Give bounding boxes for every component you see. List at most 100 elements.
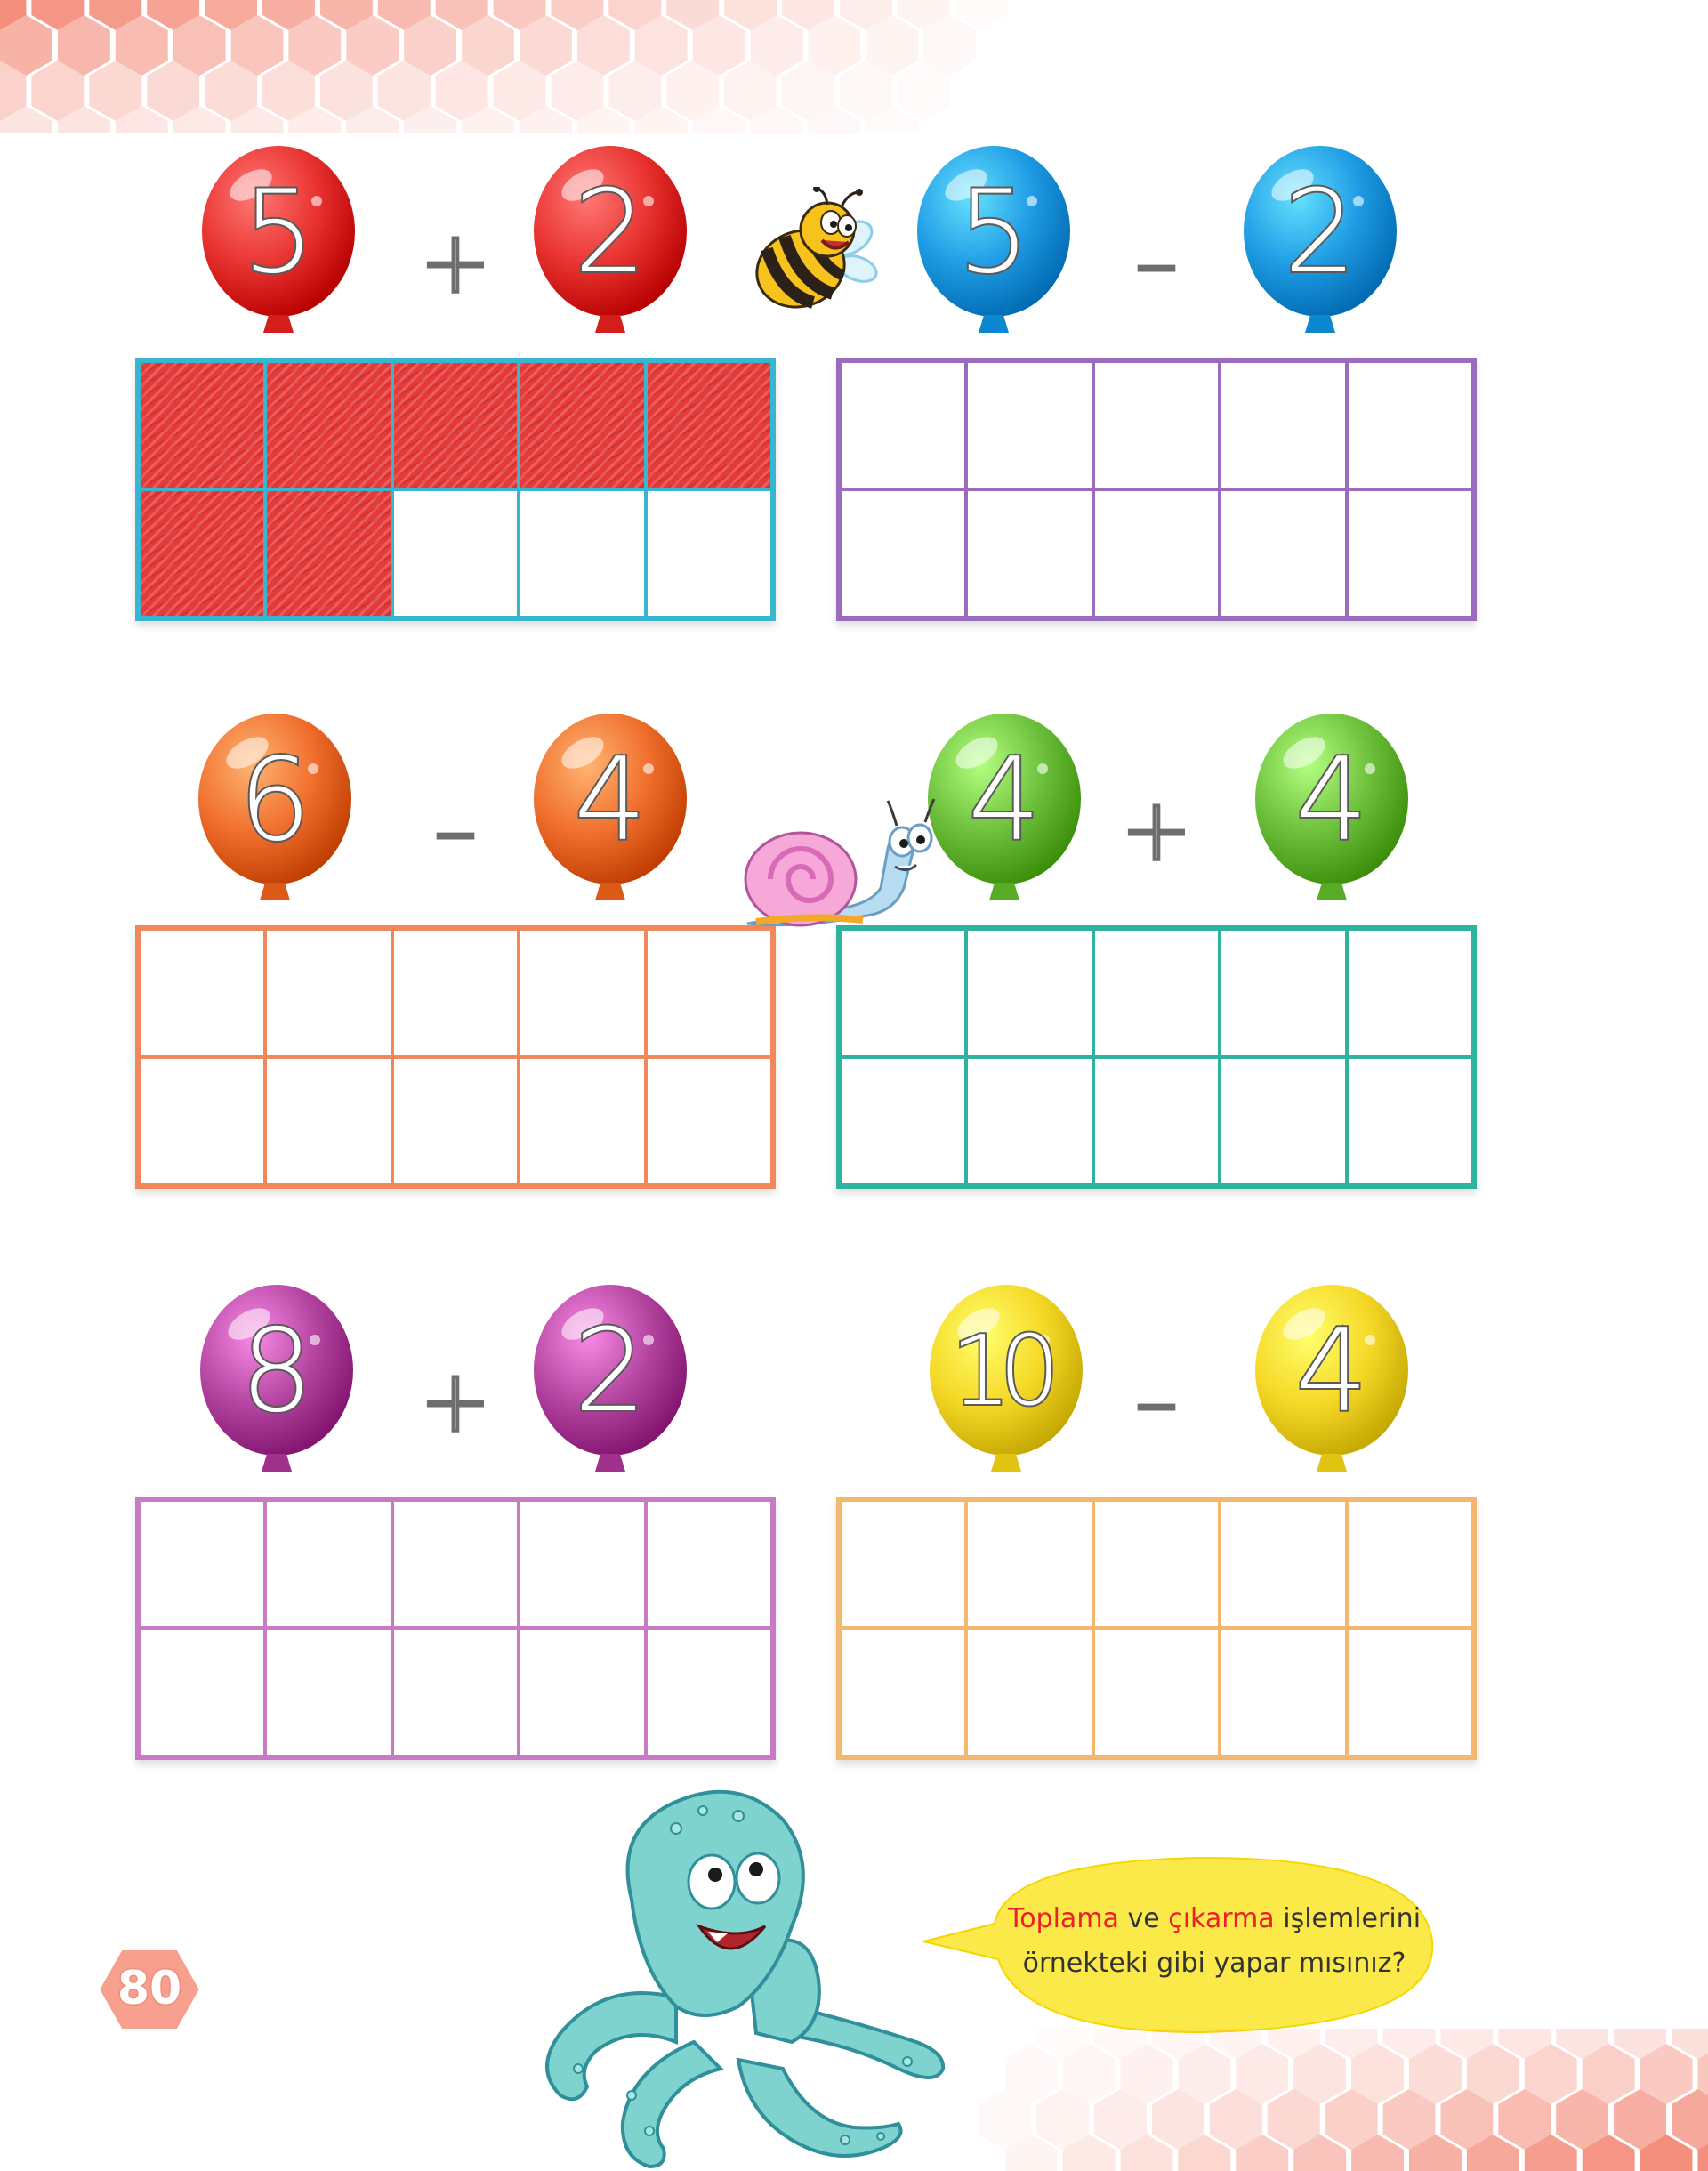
frame-cell[interactable] <box>391 1057 520 1185</box>
frame-cell[interactable] <box>265 929 392 1057</box>
frame-cell[interactable] <box>966 361 1093 489</box>
frame-cell[interactable] <box>1092 361 1221 489</box>
frame-cell[interactable] <box>519 1500 646 1628</box>
frame-cell[interactable] <box>519 361 646 489</box>
snail-icon <box>744 798 936 927</box>
frame-cell[interactable] <box>840 1628 967 1756</box>
ten-frame[interactable] <box>836 925 1477 1189</box>
frame-cell[interactable] <box>139 929 266 1057</box>
balloon-number: 10 <box>948 1314 1061 1429</box>
frame-cell[interactable] <box>139 1057 266 1185</box>
frame-cell[interactable] <box>1220 1057 1347 1185</box>
ten-frame[interactable] <box>836 1497 1477 1760</box>
balloon-right: 2 <box>1241 142 1410 347</box>
problem-3: 6 – 4 <box>135 710 838 1208</box>
ten-frame[interactable] <box>135 358 776 621</box>
instruction-line-1: Toplama ve çıkarma işlemlerini <box>987 1897 1441 1941</box>
frame-cell[interactable] <box>1346 929 1473 1057</box>
frame-cell[interactable] <box>840 489 967 617</box>
frame-cell[interactable] <box>1220 361 1347 489</box>
frame-cell[interactable] <box>139 361 266 489</box>
octopus-icon <box>545 1789 946 2169</box>
frame-cell[interactable] <box>391 489 520 617</box>
frame-cell[interactable] <box>645 929 772 1057</box>
instruction-line-2: örnekteki gibi yapar mısınız? <box>1022 1948 1406 1979</box>
speech-bubble: Toplama ve çıkarma işlemlerini örnekteki… <box>907 1826 1459 2048</box>
balloon-number: 5 <box>240 166 316 299</box>
frame-cell[interactable] <box>1220 489 1347 617</box>
frame-cell[interactable] <box>265 489 392 617</box>
frame-cell[interactable] <box>1092 929 1221 1057</box>
frame-cell[interactable] <box>966 1500 1093 1628</box>
frame-cell[interactable] <box>645 489 772 617</box>
instruction-text: Toplama ve çıkarma işlemlerini örnekteki… <box>987 1897 1441 1986</box>
frame-cell[interactable] <box>139 1500 266 1628</box>
frame-cell[interactable] <box>1220 1500 1347 1628</box>
page-number: 80 <box>116 1961 182 2017</box>
frame-cell[interactable] <box>265 1628 392 1756</box>
frame-cell[interactable] <box>265 1500 392 1628</box>
frame-cell[interactable] <box>265 361 392 489</box>
frame-cell[interactable] <box>966 929 1093 1057</box>
frame-cell[interactable] <box>1092 1057 1221 1185</box>
problem-6: 10 – 4 <box>836 1281 1539 1780</box>
problem-2: 5 – 2 <box>836 142 1539 641</box>
balloon-number: 2 <box>1282 166 1358 299</box>
frame-cell[interactable] <box>265 1057 392 1185</box>
frame-cell[interactable] <box>840 1057 967 1185</box>
operator-sign: + <box>418 1351 493 1452</box>
frame-cell[interactable] <box>966 489 1093 617</box>
frame-cell[interactable] <box>840 1500 967 1628</box>
frame-cell[interactable] <box>519 489 646 617</box>
frame-cell[interactable] <box>1092 1628 1221 1756</box>
frame-cell[interactable] <box>1346 1500 1473 1628</box>
frame-cell[interactable] <box>1346 361 1473 489</box>
instruction-tail: işlemlerini <box>1274 1903 1422 1934</box>
frame-cell[interactable] <box>1346 1628 1473 1756</box>
frame-cell[interactable] <box>645 1628 772 1756</box>
connector-text: ve <box>1118 1903 1169 1934</box>
balloon-number: 4 <box>1293 1305 1369 1438</box>
balloon-right: 2 <box>531 142 700 347</box>
frame-cell[interactable] <box>1092 1500 1221 1628</box>
ten-frame[interactable] <box>135 1497 776 1760</box>
balloon-number: 4 <box>966 734 1042 867</box>
operator-sign: – <box>432 779 479 881</box>
frame-cell[interactable] <box>645 1057 772 1185</box>
frame-cell[interactable] <box>645 1500 772 1628</box>
frame-cell[interactable] <box>840 929 967 1057</box>
hexagon-pattern-bottom <box>979 2029 1708 2171</box>
balloon-left: 10 <box>927 1281 1096 1486</box>
frame-cell[interactable] <box>966 1628 1093 1756</box>
balloon-right: 4 <box>531 710 700 915</box>
hexagon-shape <box>1672 2089 1708 2150</box>
word-subtraction: çıkarma <box>1168 1903 1275 1934</box>
frame-cell[interactable] <box>391 1500 520 1628</box>
balloon-left: 4 <box>925 710 1094 915</box>
frame-cell[interactable] <box>1346 1057 1473 1185</box>
ten-frame[interactable] <box>135 925 776 1189</box>
frame-cell[interactable] <box>1220 929 1347 1057</box>
frame-cell[interactable] <box>391 929 520 1057</box>
hexagon-pattern-top <box>0 0 1008 133</box>
frame-cell[interactable] <box>391 361 520 489</box>
frame-cell[interactable] <box>645 361 772 489</box>
frame-cell[interactable] <box>139 489 266 617</box>
balloon-number: 2 <box>572 166 648 299</box>
frame-cell[interactable] <box>519 1057 646 1185</box>
frame-cell[interactable] <box>139 1628 266 1756</box>
balloon-number: 4 <box>572 734 648 867</box>
frame-cell[interactable] <box>391 1628 520 1756</box>
balloon-left: 8 <box>197 1281 367 1486</box>
operator-sign: + <box>1119 779 1194 881</box>
frame-cell[interactable] <box>1220 1628 1347 1756</box>
frame-cell[interactable] <box>519 1628 646 1756</box>
balloon-right: 4 <box>1253 710 1422 915</box>
balloon-right: 2 <box>531 1281 700 1486</box>
frame-cell[interactable] <box>1092 489 1221 617</box>
frame-cell[interactable] <box>519 929 646 1057</box>
frame-cell[interactable] <box>1346 489 1473 617</box>
frame-cell[interactable] <box>966 1057 1093 1185</box>
ten-frame[interactable] <box>836 358 1477 621</box>
frame-cell[interactable] <box>840 361 967 489</box>
